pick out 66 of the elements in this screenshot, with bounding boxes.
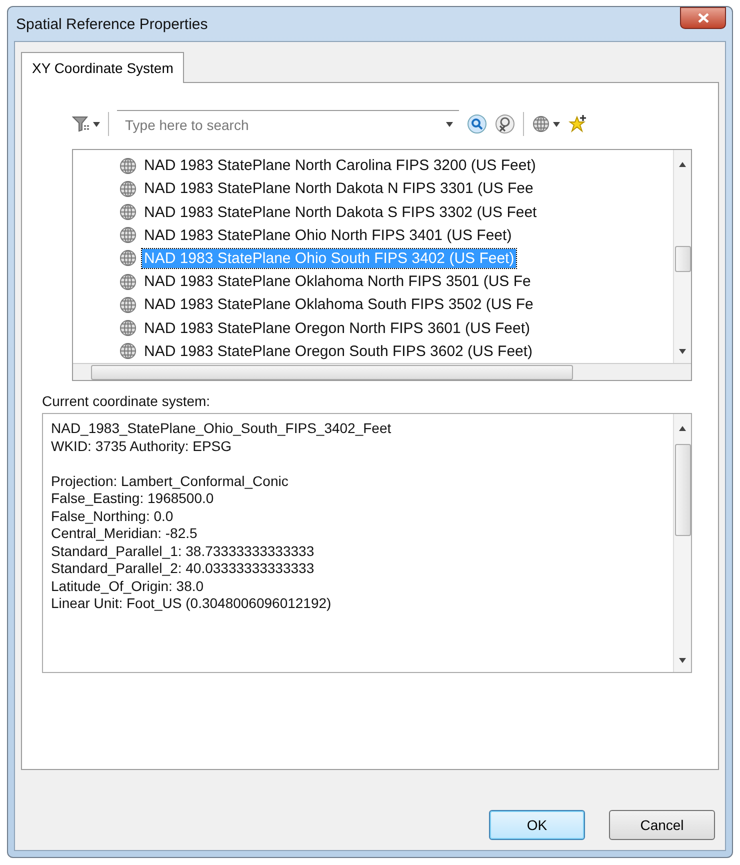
item-label: NAD 1983 StatePlane Oregon South FIPS 3602 (US Feet): [143, 342, 534, 361]
detail-line: WKID: 3735 Authority: EPSG: [51, 438, 233, 455]
item-label: NAD 1983 StatePlane Oregon North FIPS 3601 (US Feet): [143, 318, 532, 338]
clear-search-button[interactable]: [495, 114, 515, 134]
item-label: NAD 1983 StatePlane Oklahoma South FIPS 3502 (US Fe: [143, 295, 534, 314]
vertical-scrollbar[interactable]: [673, 150, 691, 363]
scroll-down-icon: [679, 349, 686, 354]
globe-button[interactable]: [532, 115, 560, 133]
globe-icon: [119, 203, 137, 222]
detail-line: False_Easting: 1968500.0: [51, 490, 215, 508]
dropdown-arrow-icon: [446, 122, 453, 127]
list-item[interactable]: NAD 1983 StatePlane North Dakota N FIPS 3301 (US Fee: [119, 177, 673, 200]
globe-icon: [119, 296, 137, 314]
item-label: NAD 1983 StatePlane Ohio North FIPS 3401 (US Feet): [143, 226, 513, 245]
detail-line: False_Northing: 0.0: [51, 508, 174, 525]
scrollbar-thumb[interactable]: [675, 444, 691, 536]
dropdown-arrow-icon: [93, 122, 100, 126]
list-item[interactable]: NAD 1983 StatePlane North Dakota S FIPS 3302 (US Feet: [119, 200, 673, 224]
current-system-label: Current coordinate system:: [42, 393, 212, 409]
filter-icon: [72, 115, 90, 133]
search-field[interactable]: Type here to search: [123, 116, 446, 134]
detail-line: Projection: Lambert_Conformal_Conic: [51, 472, 290, 490]
scroll-up-icon: [679, 426, 686, 431]
item-label: NAD 1983 StatePlane Oklahoma North FIPS 3501 (US Fe: [143, 272, 532, 292]
filter-button[interactable]: [72, 115, 100, 133]
search-clear-icon: [495, 114, 515, 134]
globe-icon: [532, 115, 550, 133]
list-item[interactable]: NAD 1983 StatePlane Oklahoma North FIPS 3501 (US Fe: [119, 270, 673, 294]
detail-line: Standard_Parallel_1: 38.73333333333333: [51, 542, 316, 560]
search-button[interactable]: [467, 114, 487, 134]
detail-line: NAD_1983_StatePlane_Ohio_South_FIPS_3402_Feet: [51, 420, 392, 438]
globe-icon: [119, 272, 137, 291]
item-label: NAD 1983 StatePlane North Carolina FIPS 3200 (US Feet): [143, 156, 537, 176]
dropdown-arrow-icon: [553, 122, 560, 126]
detail-line: Latitude_Of_Origin: 38.0: [51, 578, 205, 595]
item-label: NAD 1983 StatePlane North Dakota N FIPS 3301 (US Fee: [143, 179, 534, 198]
scrollbar-thumb[interactable]: [675, 246, 691, 272]
window-title: Spatial Reference Properties: [15, 16, 208, 32]
vertical-scrollbar[interactable]: [673, 414, 691, 672]
close-icon: [698, 13, 708, 23]
globe-icon: [119, 180, 137, 198]
scroll-down-icon: [679, 658, 686, 663]
list-item[interactable]: NAD 1983 StatePlane Oregon South FIPS 3602 (US Feet): [119, 340, 673, 363]
globe-icon: [119, 249, 137, 268]
globe-icon: [119, 319, 137, 338]
globe-icon: [119, 342, 137, 360]
globe-icon: [119, 226, 137, 244]
list-item[interactable]: NAD 1983 StatePlane Ohio North FIPS 3401 (US Feet): [119, 224, 673, 247]
detail-line: Central_Meridian: -82.5: [51, 525, 198, 542]
detail-line: Standard_Parallel_2: 40.03333333333333: [51, 560, 316, 578]
item-label: NAD 1983 StatePlane North Dakota S FIPS 3302 (US Feet: [143, 202, 538, 222]
detail-line: Linear Unit: Foot_US (0.3048006096012192): [51, 595, 332, 612]
tab[interactable]: XY Coordinate System: [21, 52, 184, 83]
scroll-up-icon: [679, 162, 686, 167]
list-item[interactable]: NAD 1983 StatePlane North Carolina FIPS 3200 (US Feet): [119, 154, 673, 178]
globe-icon: [119, 156, 137, 175]
new-button[interactable]: [568, 114, 588, 134]
star-icon: [568, 114, 588, 134]
close-button[interactable]: [680, 7, 726, 29]
list-item[interactable]: NAD 1983 StatePlane Oregon North FIPS 3601 (US Feet): [119, 316, 673, 340]
cancel-button[interactable]: Cancel: [609, 810, 715, 840]
search-icon: [467, 114, 487, 134]
item-label: NAD 1983 StatePlane Ohio South FIPS 3402 (US Feet): [142, 248, 516, 268]
horizontal-scrollbar[interactable]: [73, 363, 691, 380]
list-item[interactable]: NAD 1983 StatePlane Oklahoma South FIPS 3502 (US Fe: [119, 293, 673, 317]
ok-button[interactable]: OK: [489, 810, 585, 840]
